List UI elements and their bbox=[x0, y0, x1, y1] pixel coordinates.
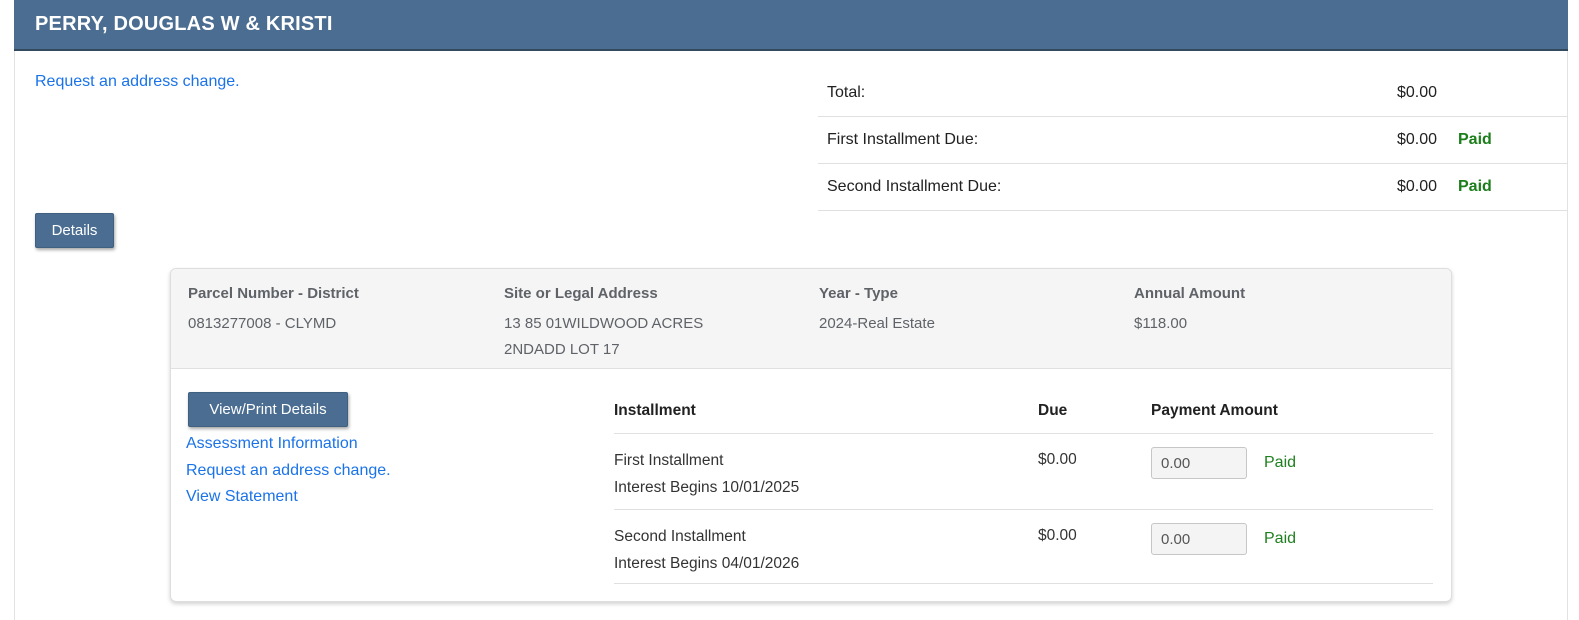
interest-begins-note: Interest Begins 10/01/2025 bbox=[614, 479, 800, 496]
summary-row-first-installment: First Installment Due: $0.00 Paid bbox=[818, 117, 1568, 164]
payment-amount-column-header: Payment Amount bbox=[1151, 402, 1278, 419]
paid-status-badge: Paid bbox=[1264, 454, 1297, 471]
parcel-detail-card: Parcel Number - District 0813277008 - CL… bbox=[170, 268, 1452, 602]
due-amount-cell: $0.00 bbox=[1038, 527, 1077, 544]
tax-summary-table: Total: $0.00 First Installment Due: $0.0… bbox=[818, 70, 1568, 211]
table-row-first-installment: First Installment Interest Begins 10/01/… bbox=[614, 434, 1433, 510]
summary-label: First Installment Due: bbox=[827, 131, 979, 148]
paid-status-badge: Paid bbox=[1264, 530, 1297, 547]
parcel-number-label: Parcel Number - District bbox=[188, 285, 359, 302]
summary-value: $0.00 bbox=[1396, 178, 1437, 195]
installment-name-cell: First Installment Interest Begins 10/01/… bbox=[614, 447, 1038, 501]
parcel-number-column: Parcel Number - District 0813277008 - CL… bbox=[188, 285, 504, 368]
payment-amount-input[interactable] bbox=[1151, 447, 1247, 479]
view-print-details-button[interactable]: View/Print Details bbox=[188, 392, 348, 427]
interest-begins-note: Interest Begins 04/01/2026 bbox=[614, 555, 800, 572]
site-address-column: Site or Legal Address 13 85 01WILDWOOD A… bbox=[504, 285, 819, 368]
summary-label: Second Installment Due: bbox=[827, 178, 1002, 195]
installment-name: First Installment bbox=[614, 452, 724, 469]
installment-table-header: Installment Due Payment Amount bbox=[614, 389, 1433, 434]
payment-cell: Paid bbox=[1151, 523, 1433, 555]
parcel-action-links: Assessment Information Request an addres… bbox=[186, 431, 391, 511]
year-type-value: 2024-Real Estate bbox=[819, 315, 935, 332]
summary-value: $0.00 bbox=[1396, 84, 1437, 101]
owner-name-title: PERRY, DOUGLAS W & KRISTI bbox=[35, 13, 333, 35]
parcel-number-value: 0813277008 - CLYMD bbox=[188, 315, 337, 332]
paid-status-badge: Paid bbox=[1458, 131, 1492, 148]
address-change-link[interactable]: Request an address change. bbox=[35, 73, 240, 91]
due-column-header: Due bbox=[1038, 402, 1068, 419]
annual-amount-column: Annual Amount $118.00 bbox=[1134, 285, 1451, 368]
installment-name-cell: Second Installment Interest Begins 04/01… bbox=[614, 523, 1038, 577]
table-row-second-installment: Second Installment Interest Begins 04/01… bbox=[614, 510, 1433, 584]
assessment-information-link[interactable]: Assessment Information bbox=[186, 431, 391, 458]
year-type-label: Year - Type bbox=[819, 285, 898, 302]
due-amount-cell: $0.00 bbox=[1038, 451, 1077, 468]
year-type-column: Year - Type 2024-Real Estate bbox=[819, 285, 1134, 368]
site-address-value: 13 85 01WILDWOOD ACRES 2NDADD LOT 17 bbox=[504, 315, 704, 358]
installment-table: Installment Due Payment Amount First Ins… bbox=[614, 389, 1433, 584]
installment-name: Second Installment bbox=[614, 528, 746, 545]
address-change-link[interactable]: Request an address change. bbox=[186, 458, 391, 485]
paid-status-badge: Paid bbox=[1458, 178, 1492, 195]
site-address-label: Site or Legal Address bbox=[504, 285, 658, 302]
summary-value: $0.00 bbox=[1396, 131, 1437, 148]
owner-title-bar: PERRY, DOUGLAS W & KRISTI bbox=[14, 0, 1568, 51]
parcel-summary-header: Parcel Number - District 0813277008 - CL… bbox=[171, 269, 1451, 369]
summary-row-total: Total: $0.00 bbox=[818, 70, 1568, 117]
details-button[interactable]: Details bbox=[35, 213, 114, 248]
annual-amount-label: Annual Amount bbox=[1134, 285, 1246, 302]
annual-amount-value: $118.00 bbox=[1134, 315, 1188, 332]
installment-column-header: Installment bbox=[614, 402, 696, 419]
view-statement-link[interactable]: View Statement bbox=[186, 484, 391, 511]
payment-cell: Paid bbox=[1151, 447, 1433, 479]
payment-amount-input[interactable] bbox=[1151, 523, 1247, 555]
summary-row-second-installment: Second Installment Due: $0.00 Paid bbox=[818, 164, 1568, 211]
summary-label: Total: bbox=[827, 84, 866, 101]
